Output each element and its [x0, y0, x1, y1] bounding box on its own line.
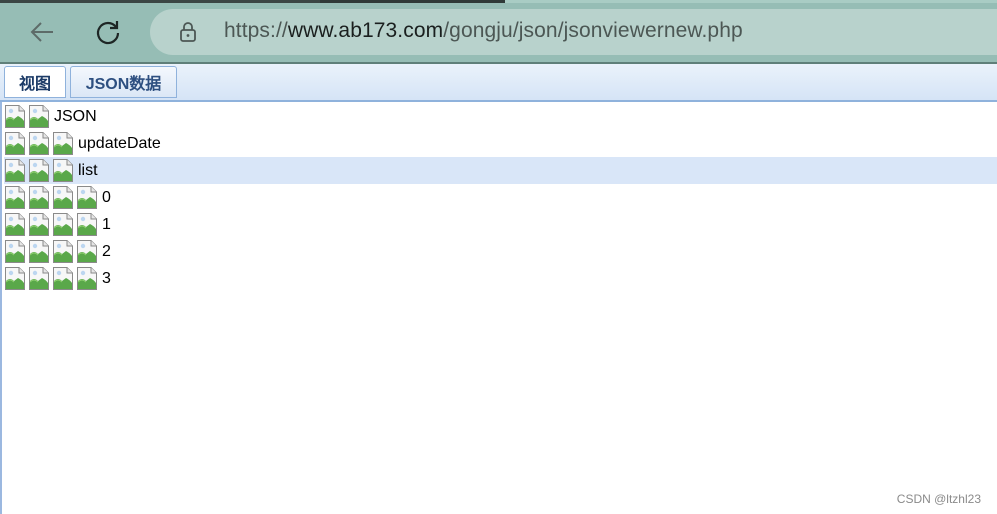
- active-tab-edge: [320, 0, 505, 3]
- broken-image-icon: [76, 266, 98, 291]
- broken-image-icon[interactable]: [52, 239, 74, 264]
- broken-image-icon: [4, 185, 26, 210]
- back-button[interactable]: [22, 12, 62, 52]
- arrow-left-icon: [30, 22, 53, 42]
- url-path: /gongju/json/jsonviewernew.php: [443, 19, 743, 42]
- tree-node[interactable]: 3: [4, 265, 997, 292]
- broken-image-icon: [76, 239, 98, 264]
- url-text[interactable]: https://www.ab173.com/gongju/json/jsonvi…: [224, 19, 743, 43]
- reload-button[interactable]: [88, 12, 128, 52]
- broken-image-icon: [4, 131, 26, 156]
- tree-node[interactable]: list: [4, 157, 997, 184]
- tree-node[interactable]: 1: [4, 211, 997, 238]
- broken-image-icon: [4, 158, 26, 183]
- tab-view[interactable]: 视图: [4, 66, 66, 98]
- broken-image-icon: [4, 266, 26, 291]
- tree-node-label[interactable]: JSON: [54, 108, 97, 126]
- broken-image-icon: [28, 104, 50, 129]
- tree-node-label[interactable]: list: [78, 162, 98, 180]
- broken-image-icon[interactable]: [52, 212, 74, 237]
- broken-image-icon: [76, 185, 98, 210]
- broken-image-icon: [52, 158, 74, 183]
- tree-node-label[interactable]: updateDate: [78, 135, 161, 153]
- broken-image-icon: [4, 239, 26, 264]
- broken-image-icon: [28, 212, 50, 237]
- tree-node[interactable]: 0: [4, 184, 997, 211]
- broken-image-icon[interactable]: [28, 131, 50, 156]
- inactive-tab-edge: [0, 0, 320, 3]
- tree-node[interactable]: 2: [4, 238, 997, 265]
- url-scheme: https://: [224, 19, 288, 42]
- browser-toolbar: https://www.ab173.com/gongju/json/jsonvi…: [0, 0, 997, 62]
- url-host: www.ab173.com: [287, 19, 444, 42]
- view-tab-strip: 视图 JSON数据: [0, 64, 997, 100]
- watermark: CSDN @ltzhl23: [896, 492, 981, 506]
- broken-image-icon: [76, 212, 98, 237]
- broken-image-icon: [4, 212, 26, 237]
- broken-image-icon[interactable]: [52, 266, 74, 291]
- address-bar[interactable]: https://www.ab173.com/gongju/json/jsonvi…: [150, 9, 997, 55]
- lock-icon[interactable]: [177, 21, 199, 43]
- tree-node[interactable]: updateDate: [4, 130, 997, 157]
- tree-node-label[interactable]: 3: [102, 270, 111, 288]
- json-tree-panel: JSON updateDate list 0 1 2 3 CSDN @ltzhl23: [0, 102, 997, 514]
- broken-image-icon: [52, 131, 74, 156]
- tab-json-data[interactable]: JSON数据: [70, 66, 177, 98]
- reload-icon: [96, 21, 120, 45]
- broken-image-icon[interactable]: [4, 104, 26, 129]
- tree-root-node[interactable]: JSON: [4, 103, 997, 130]
- broken-image-icon: [28, 239, 50, 264]
- broken-image-icon[interactable]: [52, 185, 74, 210]
- tree-node-label[interactable]: 0: [102, 189, 111, 207]
- tree-node-label[interactable]: 2: [102, 243, 111, 261]
- tree-node-label[interactable]: 1: [102, 216, 111, 234]
- broken-image-icon[interactable]: [28, 158, 50, 183]
- broken-image-icon: [28, 185, 50, 210]
- broken-image-icon: [28, 266, 50, 291]
